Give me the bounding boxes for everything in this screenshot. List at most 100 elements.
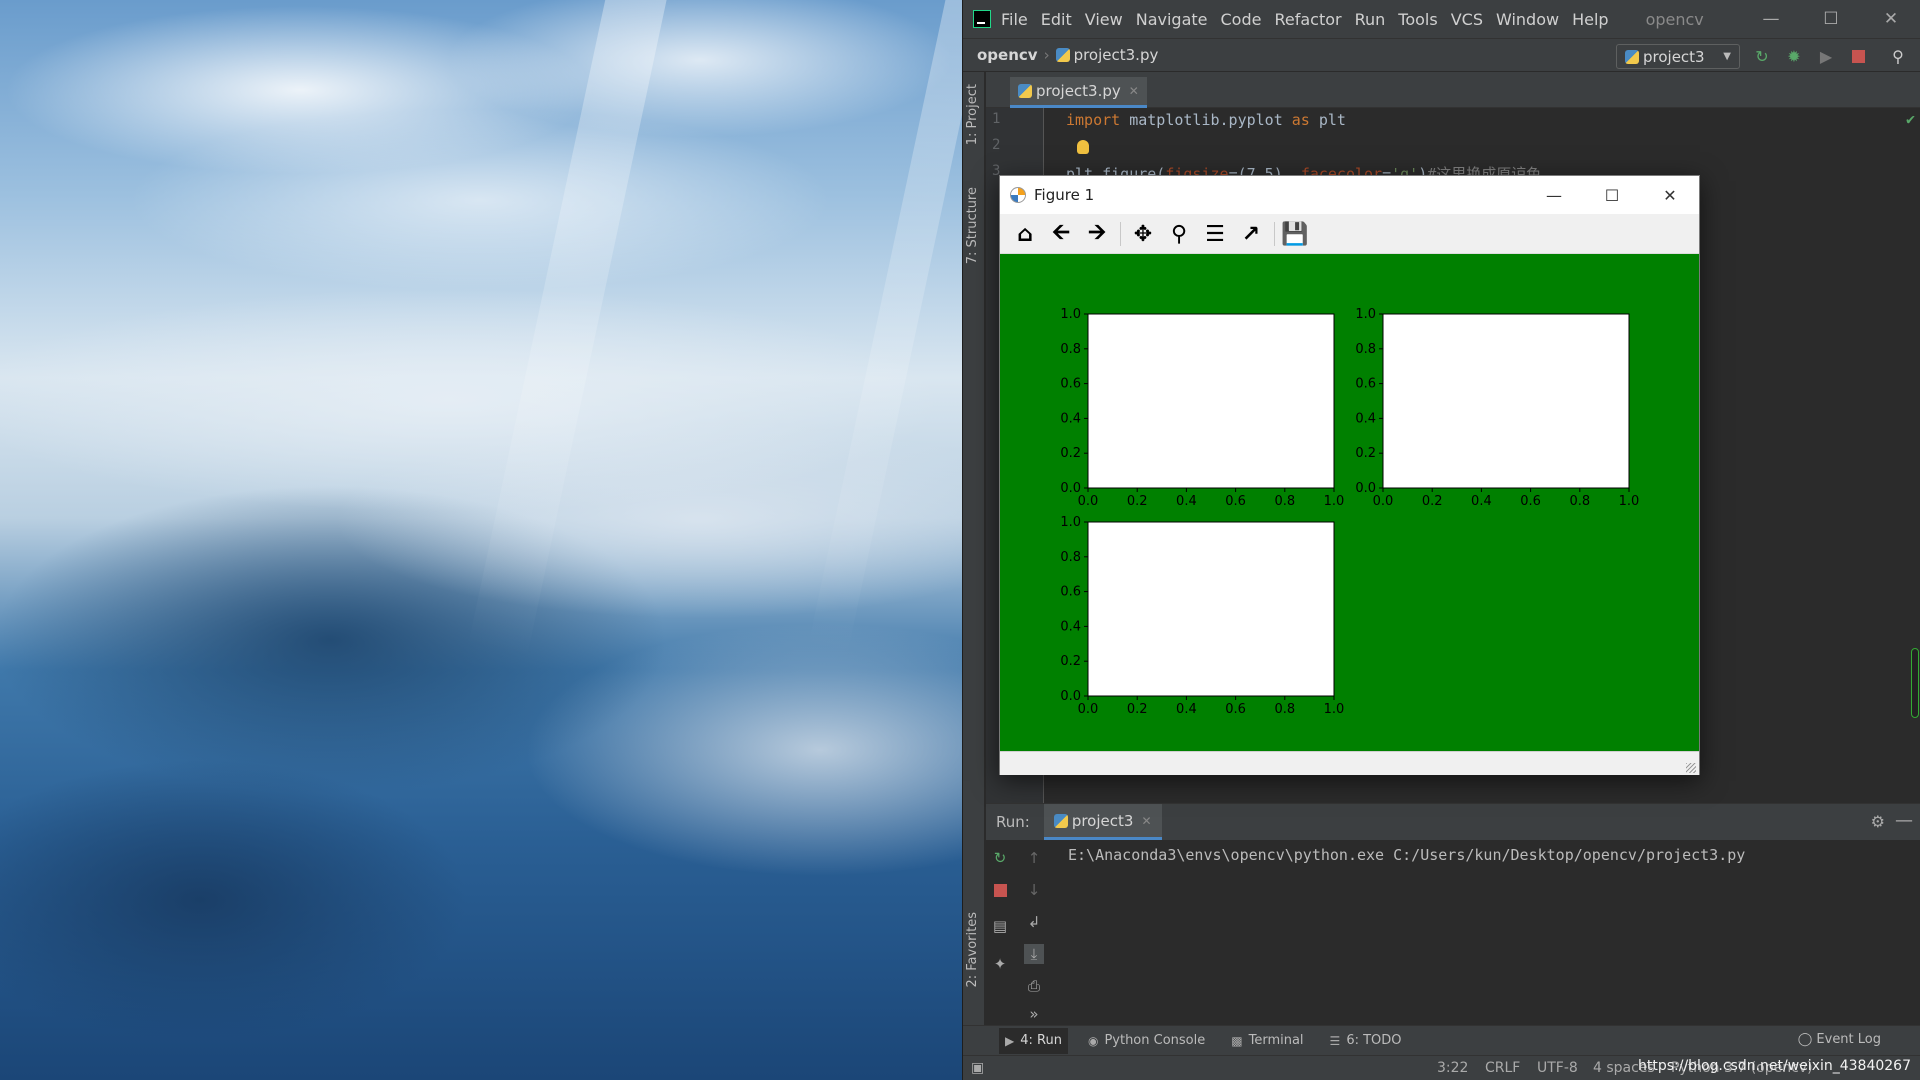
tool-tab-favorites[interactable]: 2: Favorites [965, 912, 980, 988]
status-line-separator[interactable]: CRLF [1485, 1060, 1520, 1076]
arrow-up-icon[interactable]: ↑ [1024, 848, 1044, 868]
print-icon[interactable]: ⎙ [1024, 976, 1044, 996]
breadcrumb-file[interactable]: project3.py [1055, 46, 1159, 64]
y-tick-label: 0.2 [1060, 654, 1081, 669]
arrow-down-icon[interactable]: ↓ [1024, 880, 1044, 900]
scrollbar-thumb[interactable] [1911, 648, 1919, 718]
x-tick-label: 0.8 [1274, 494, 1295, 509]
menu-edit[interactable]: Edit [1041, 10, 1072, 29]
forward-icon[interactable]: 🡪 [1082, 220, 1112, 248]
bottom-tab-run[interactable]: ▶ 4: Run [999, 1027, 1068, 1054]
run-configuration-select[interactable]: project3 ▼ [1616, 44, 1740, 69]
menu-help[interactable]: Help [1572, 10, 1608, 29]
window-controls: — ☐ ✕ [1741, 0, 1920, 38]
gear-icon[interactable]: ⚙ [1871, 812, 1885, 831]
x-tick-label: 0.0 [1373, 494, 1394, 509]
soft-wrap-icon[interactable]: ↲ [1024, 912, 1044, 932]
figure-window-controls: — ☐ ✕ [1525, 176, 1699, 214]
restore-layout-icon[interactable]: ▤ [990, 916, 1010, 936]
status-encoding[interactable]: UTF-8 [1537, 1060, 1578, 1076]
run-side-toolbar: ↻ ▤ ✦ ↑ ↓ ↲ ⤓ ⎙ » [986, 840, 1050, 1026]
maximize-icon[interactable]: ☐ [1583, 176, 1641, 214]
coverage-icon[interactable]: ▶ [1817, 47, 1835, 66]
home-icon[interactable]: ⌂ [1010, 220, 1040, 248]
back-icon[interactable]: 🡨 [1046, 220, 1076, 248]
python-file-icon [1053, 813, 1068, 828]
y-tick-label: 0.8 [1060, 550, 1081, 565]
console-output[interactable]: E:\Anaconda3\envs\opencv\python.exe C:/U… [1068, 846, 1745, 864]
x-tick-label: 0.4 [1176, 494, 1197, 509]
editor-tab-project3[interactable]: project3.py ✕ [1010, 77, 1147, 108]
event-log-icon: ◯ [1797, 1032, 1813, 1047]
rerun-icon[interactable]: ↻ [990, 848, 1010, 868]
menu-view[interactable]: View [1085, 10, 1123, 29]
y-tick-label: 0.4 [1060, 619, 1081, 634]
python-file-icon [1018, 84, 1032, 98]
x-tick-label: 0.4 [1176, 702, 1197, 717]
breadcrumb-project[interactable]: opencv [977, 46, 1038, 64]
inspection-ok-icon[interactable]: ✔ [1906, 110, 1915, 128]
toolbar-separator [1274, 222, 1275, 246]
toggle-tool-windows-icon[interactable]: ▣ [971, 1060, 984, 1076]
close-tab-icon[interactable]: ✕ [1141, 814, 1151, 828]
close-tab-icon[interactable]: ✕ [1129, 84, 1139, 98]
run-configuration-label: project3 [1643, 47, 1705, 66]
menu-refactor[interactable]: Refactor [1274, 10, 1341, 29]
stop-icon[interactable] [990, 880, 1010, 900]
x-tick-label: 1.0 [1324, 702, 1345, 717]
minimize-icon[interactable]: — [1525, 176, 1583, 214]
run-tool-window: Run: project3 ✕ ⚙ — ↻ ▤ ✦ ↑ ↓ ↲ ⤓ ⎙ » E:… [986, 803, 1920, 1025]
menu-vcs[interactable]: VCS [1451, 10, 1483, 29]
maximize-icon[interactable]: ☐ [1801, 0, 1861, 38]
breadcrumb-file-label: project3.py [1073, 46, 1159, 64]
close-icon[interactable]: ✕ [1641, 176, 1699, 214]
light-ray [807, 0, 962, 657]
x-tick-label: 0.2 [1127, 494, 1148, 509]
minimize-icon[interactable]: — [1741, 0, 1801, 38]
run-tab-project3[interactable]: project3 ✕ [1043, 804, 1162, 840]
x-tick-label: 0.2 [1422, 494, 1443, 509]
editor-tab-label: project3.py [1036, 82, 1121, 100]
bottom-tab-label: 6: TODO [1346, 1033, 1402, 1048]
pin-icon[interactable]: ✦ [990, 954, 1010, 974]
resize-grip-icon[interactable] [1686, 763, 1696, 773]
zoom-icon[interactable]: ⚲ [1164, 220, 1194, 248]
python-console-icon: ◉ [1087, 1033, 1099, 1048]
status-caret-position[interactable]: 3:22 [1437, 1060, 1468, 1076]
save-icon[interactable]: 💾 [1280, 220, 1310, 248]
debug-icon[interactable]: ✹ [1785, 47, 1803, 66]
stop-icon[interactable] [1849, 47, 1867, 65]
x-tick-label: 0.6 [1225, 494, 1246, 509]
window-title: opencv [1645, 9, 1704, 29]
rerun-icon[interactable]: ↻ [1753, 47, 1771, 66]
menu-file[interactable]: File [1001, 10, 1028, 29]
menu-code[interactable]: Code [1221, 10, 1262, 29]
tool-tab-structure[interactable]: 7: Structure [965, 187, 980, 264]
bottom-tab-python-console[interactable]: ◉ Python Console [1082, 1028, 1211, 1054]
matplotlib-logo-icon [1010, 187, 1026, 203]
pan-icon[interactable]: ✥ [1128, 220, 1158, 248]
bottom-tab-todo[interactable]: ☰ 6: TODO [1324, 1028, 1408, 1054]
close-icon[interactable]: ✕ [1861, 0, 1920, 38]
code-text: plt [1309, 111, 1346, 129]
figure-title-bar[interactable]: Figure 1 — ☐ ✕ [1000, 176, 1699, 214]
x-tick-label: 0.0 [1078, 702, 1099, 717]
bottom-tool-tabs: ▶ 4: Run ◉ Python Console ▩ Terminal ☰ 6… [963, 1025, 1920, 1055]
figure-canvas[interactable]: 0.0 0.2 0.4 0.6 0.8 1.00.00.20.40.60.81.00.0 0… [1000, 254, 1699, 751]
y-tick-label: 0.6 [1060, 585, 1081, 600]
search-icon[interactable]: ⚲ [1889, 47, 1907, 66]
event-log-button[interactable]: ◯ Event Log [1798, 1032, 1881, 1047]
lightbulb-icon[interactable] [1077, 140, 1089, 154]
configure-subplots-icon[interactable]: ☰ [1200, 220, 1230, 248]
menu-run[interactable]: Run [1355, 10, 1386, 29]
tool-tab-project[interactable]: 1: Project [965, 84, 980, 145]
figure-title: Figure 1 [1034, 186, 1095, 204]
menu-tools[interactable]: Tools [1398, 10, 1437, 29]
more-icon[interactable]: » [1024, 1004, 1044, 1024]
bottom-tab-terminal[interactable]: ▩ Terminal [1225, 1028, 1309, 1054]
hide-panel-icon[interactable]: — [1895, 810, 1913, 831]
scroll-to-end-icon[interactable]: ⤓ [1024, 944, 1044, 964]
menu-window[interactable]: Window [1496, 10, 1559, 29]
edit-axes-icon[interactable]: ↗ [1236, 220, 1266, 248]
menu-navigate[interactable]: Navigate [1136, 10, 1208, 29]
